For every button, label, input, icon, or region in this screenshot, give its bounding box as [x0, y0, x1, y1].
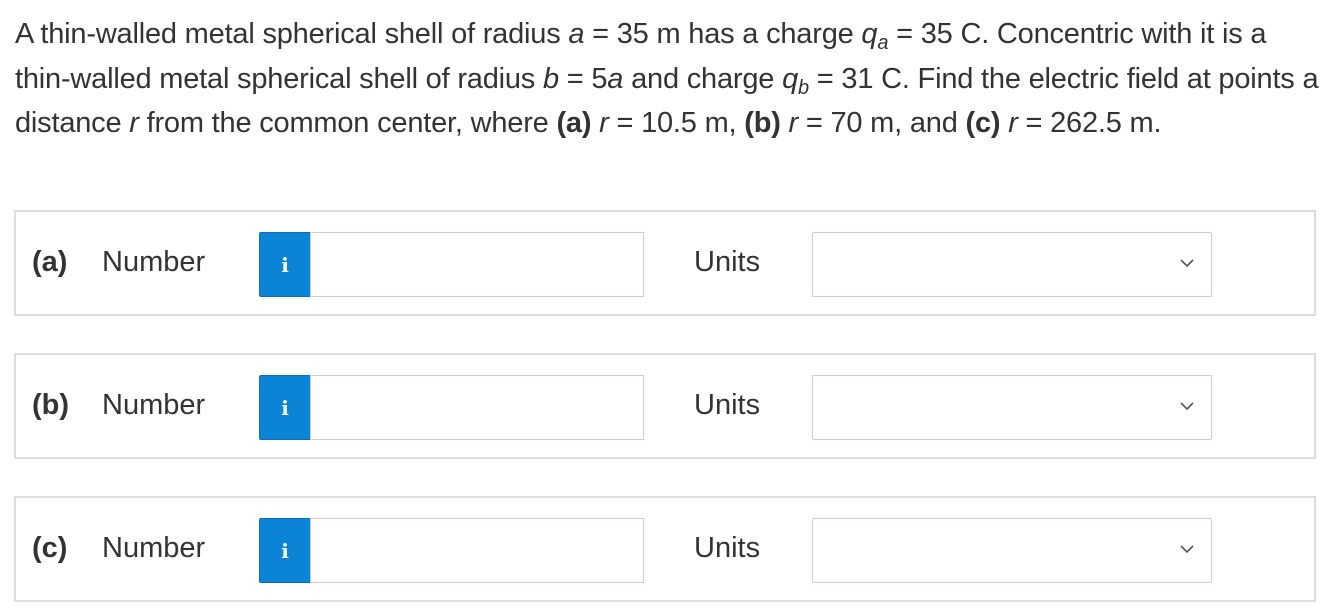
- units-label-c: Units: [694, 532, 761, 564]
- number-label-c: Number: [102, 532, 206, 564]
- number-label-a: Number: [102, 246, 206, 278]
- number-label-b: Number: [102, 389, 206, 421]
- units-select-c[interactable]: [812, 518, 1212, 583]
- units-select-a[interactable]: [812, 232, 1212, 297]
- info-button-c[interactable]: i: [259, 518, 311, 583]
- number-input-b[interactable]: [310, 375, 644, 440]
- answer-row-c: (c) Number i Units: [14, 496, 1316, 602]
- number-input-c[interactable]: [310, 518, 644, 583]
- info-icon: i: [281, 538, 289, 563]
- info-icon: i: [281, 395, 289, 420]
- chevron-down-icon: [1180, 259, 1194, 268]
- question-text: A thin-walled metal spherical shell of r…: [15, 18, 1319, 139]
- info-button-b[interactable]: i: [259, 375, 311, 440]
- chevron-down-icon: [1180, 545, 1194, 554]
- number-input-a[interactable]: [310, 232, 644, 297]
- info-icon: i: [281, 252, 289, 277]
- units-label-a: Units: [694, 246, 761, 278]
- chevron-down-icon: [1180, 402, 1194, 411]
- units-label-b: Units: [694, 389, 761, 421]
- info-button-a[interactable]: i: [259, 232, 311, 297]
- units-select-b[interactable]: [812, 375, 1212, 440]
- part-label-a: (a): [32, 246, 68, 278]
- answer-row-b: (b) Number i Units: [14, 353, 1316, 459]
- part-label-b: (b): [32, 389, 70, 421]
- answer-row-a: (a) Number i Units: [14, 210, 1316, 316]
- part-label-c: (c): [32, 532, 68, 564]
